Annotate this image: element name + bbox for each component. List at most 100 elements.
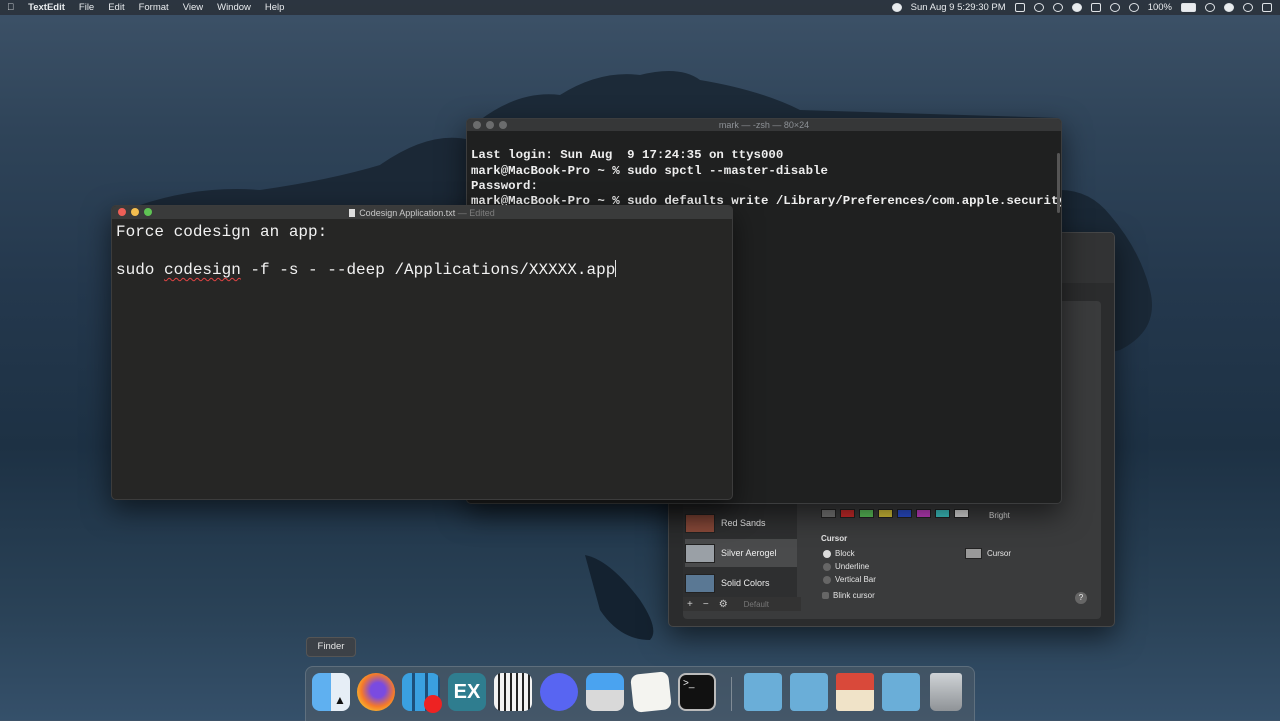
ansi-color-swatch[interactable]	[821, 509, 836, 518]
cursor-option-underline[interactable]: Underline	[823, 562, 869, 571]
text-line-empty	[116, 242, 728, 261]
time-machine-icon[interactable]	[1128, 3, 1139, 12]
firefox-icon[interactable]	[357, 673, 395, 711]
help-button[interactable]: ?	[1075, 592, 1087, 604]
downloads-folder-icon[interactable]	[882, 673, 920, 711]
minimize-button[interactable]	[486, 121, 494, 129]
zoom-button[interactable]	[144, 208, 152, 216]
close-button[interactable]	[118, 208, 126, 216]
profile-list-toolbar: + − ⚙ Default	[683, 597, 801, 611]
bright-label: Bright	[989, 511, 1010, 520]
cursor-color-swatch	[965, 548, 982, 559]
command-prefix: sudo	[116, 261, 165, 279]
terminal-icon[interactable]: >_	[678, 673, 716, 711]
menu-file[interactable]: File	[72, 2, 101, 13]
menu-edit[interactable]: Edit	[101, 2, 131, 13]
zoom-button[interactable]	[499, 121, 507, 129]
document-filename: Codesign Application.txt	[359, 207, 456, 218]
menu-bar:  TextEdit File Edit Format View Window …	[0, 0, 1280, 15]
cursor-option-block[interactable]: Block	[823, 549, 855, 558]
textedit-titlebar[interactable]: Codesign Application.txt — Edited	[112, 206, 732, 219]
terminal-title: mark — -zsh — 80×24	[718, 120, 810, 130]
profile-solid-colors[interactable]: Solid Colors	[685, 569, 797, 597]
cursor-option-label: Block	[835, 549, 855, 558]
control-menu-icon[interactable]	[1262, 3, 1272, 12]
profile-red-sands-thumbnail	[685, 513, 715, 533]
misspelled-word: codesign	[164, 261, 241, 279]
battery-icon[interactable]	[1181, 3, 1196, 12]
keynote-icon[interactable]	[586, 673, 624, 711]
text-caret	[615, 260, 617, 277]
menu-app-name[interactable]: TextEdit	[21, 2, 72, 13]
text-line: sudo codesign -f -s - --deep /Applicatio…	[116, 260, 728, 280]
wifi-icon[interactable]	[1109, 3, 1120, 12]
volume-icon[interactable]	[1014, 3, 1025, 12]
ansi-color-swatch[interactable]	[897, 509, 912, 518]
add-profile-button[interactable]: +	[687, 599, 693, 610]
mouse-pointer-icon: ▲	[334, 693, 346, 707]
minimize-button[interactable]	[131, 208, 139, 216]
blink-cursor-label: Blink cursor	[833, 591, 875, 600]
radio-icon	[823, 575, 831, 584]
textedit-icon[interactable]	[630, 671, 672, 713]
remove-profile-button[interactable]: −	[703, 599, 709, 610]
dock-separator	[731, 677, 732, 711]
spotlight-search-icon[interactable]	[1243, 3, 1253, 12]
home-icon[interactable]	[836, 673, 874, 711]
profile-label: Solid Colors	[721, 578, 770, 588]
ansi-color-swatch[interactable]	[935, 509, 950, 518]
textedit-title: Codesign Application.txt — Edited	[112, 208, 732, 218]
ansi-color-swatch[interactable]	[916, 509, 931, 518]
profile-silver-aerogel-thumbnail	[685, 543, 715, 563]
ansi-color-swatch[interactable]	[859, 509, 874, 518]
piano-keyboard-icon[interactable]	[494, 673, 532, 711]
blink-cursor-checkbox[interactable]: Blink cursor	[822, 591, 875, 600]
menu-window[interactable]: Window	[210, 2, 258, 13]
discord-icon[interactable]	[540, 673, 578, 711]
cursor-option-label: Underline	[835, 562, 870, 571]
ansi-color-swatch[interactable]	[840, 509, 855, 518]
cursor-color-well[interactable]: Cursor	[965, 548, 1011, 559]
cloud-icon[interactable]	[1052, 3, 1063, 12]
checkbox-icon	[822, 592, 829, 599]
profile-label: Silver Aerogel	[721, 548, 777, 558]
default-button[interactable]: Default	[744, 600, 769, 609]
upload-cloud-icon[interactable]	[1071, 3, 1082, 12]
cursor-color-label: Cursor	[987, 549, 1012, 558]
menu-view[interactable]: View	[176, 2, 210, 13]
profile-solid-colors-thumbnail	[685, 573, 715, 593]
ansi-color-swatch[interactable]	[954, 509, 969, 518]
terminal-scrollbar[interactable]	[1057, 153, 1060, 213]
cursor-option-vertical-bar[interactable]: Vertical Bar	[823, 575, 876, 584]
applications-folder-icon[interactable]	[744, 673, 782, 711]
codex-icon[interactable]: EX	[448, 673, 486, 711]
menu-format[interactable]: Format	[132, 2, 176, 13]
terminal-line: Password:	[471, 178, 538, 193]
profile-label: Red Sands	[721, 518, 766, 528]
bluetooth-icon[interactable]	[1090, 3, 1101, 12]
terminal-titlebar[interactable]: mark — -zsh — 80×24	[467, 119, 1061, 131]
record-status-icon[interactable]	[891, 3, 902, 12]
ansi-color-swatch[interactable]	[878, 509, 893, 518]
battery-percent[interactable]: 100%	[1148, 2, 1172, 13]
dock: ▲ EX >_	[305, 666, 975, 721]
menu-help[interactable]: Help	[258, 2, 292, 13]
cursor-option-label: Vertical Bar	[835, 575, 876, 584]
textedit-window[interactable]: Codesign Application.txt — Edited Force …	[111, 205, 733, 500]
app-grid-icon[interactable]	[402, 673, 442, 713]
profile-red-sands[interactable]: Red Sands	[685, 509, 797, 537]
text-editor-area[interactable]: Force codesign an app: sudo codesign -f …	[112, 219, 732, 284]
apple-menu-icon[interactable]: 	[0, 2, 21, 13]
command-args: -f -s - --deep /Applications/XXXXX.app	[240, 261, 616, 279]
clock[interactable]: Sun Aug 9 5:29:30 PM	[911, 2, 1006, 13]
gear-icon[interactable]: ⚙	[719, 599, 728, 610]
apps-folder-icon[interactable]	[790, 673, 828, 711]
trash-icon[interactable]	[930, 673, 962, 711]
finder-icon[interactable]: ▲	[312, 673, 350, 711]
close-button[interactable]	[473, 121, 481, 129]
terminal-line: Last login: Sun Aug 9 17:24:35 on ttys00…	[471, 148, 784, 163]
siri-icon[interactable]	[1224, 3, 1234, 12]
info-icon[interactable]	[1033, 3, 1044, 12]
user-icon[interactable]	[1205, 3, 1215, 12]
profile-silver-aerogel[interactable]: Silver Aerogel	[685, 539, 797, 567]
